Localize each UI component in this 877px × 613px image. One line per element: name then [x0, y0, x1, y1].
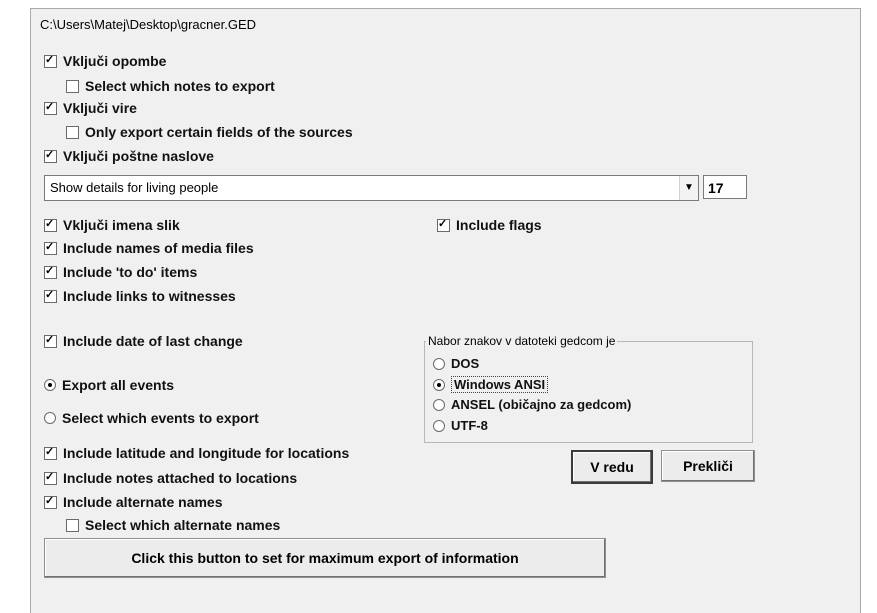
checkbox-label: Vključi imena slik	[63, 217, 180, 233]
checkbox-box[interactable]	[44, 333, 57, 348]
checkbox-box[interactable]	[44, 53, 57, 68]
checkbox-label: Vključi poštne naslove	[63, 148, 214, 164]
ok-button[interactable]: V redu	[571, 450, 653, 484]
radio-label: Export all events	[62, 377, 175, 393]
checkbox-label: Vključi opombe	[63, 53, 167, 69]
include-witness-links-checkbox[interactable]: Include links to witnesses	[44, 288, 236, 304]
include-last-change-checkbox[interactable]: Include date of last change	[44, 333, 243, 349]
file-path: C:\Users\Matej\Desktop\gracner.GED	[40, 17, 257, 32]
checkbox-label: Include names of media files	[63, 240, 254, 256]
checkbox-box[interactable]	[44, 100, 57, 115]
radio-label: DOS	[451, 356, 480, 371]
checkbox-box[interactable]	[44, 264, 57, 279]
select-notes-checkbox[interactable]: Select which notes to export	[66, 78, 275, 94]
radio-dot[interactable]	[44, 379, 56, 391]
checkbox-box[interactable]	[66, 79, 79, 93]
include-notes-checkbox[interactable]: Vključi opombe	[44, 53, 166, 69]
select-value: Show details for living people	[50, 180, 219, 195]
checkbox-label: Include alternate names	[63, 494, 223, 510]
checkbox-box[interactable]	[44, 148, 57, 163]
chevron-down-icon[interactable]: ▼	[679, 176, 698, 200]
checkbox-label: Select which alternate names	[85, 517, 281, 533]
checkbox-label: Include latitude and longitude for locat…	[63, 445, 350, 461]
living-people-select[interactable]: Show details for living people ▼	[44, 175, 699, 201]
checkbox-box[interactable]	[44, 217, 57, 232]
include-location-notes-checkbox[interactable]: Include notes attached to locations	[44, 470, 297, 486]
radio-dot[interactable]	[433, 398, 445, 411]
include-flags-checkbox[interactable]: Include flags	[437, 217, 542, 233]
checkbox-box[interactable]	[44, 494, 57, 509]
checkbox-label: Include date of last change	[63, 333, 243, 349]
radio-label: UTF-8	[451, 418, 488, 433]
checkbox-box[interactable]	[44, 240, 57, 255]
radio-label: Select which events to export	[62, 410, 259, 426]
checkbox-box[interactable]	[44, 445, 57, 460]
radio-label: ANSEL (običajno za gedcom)	[451, 397, 632, 412]
checkbox-label: Include 'to do' items	[63, 264, 198, 280]
charset-option-ansel[interactable]: ANSEL (običajno za gedcom)	[433, 397, 631, 412]
include-postal-addresses-checkbox[interactable]: Vključi poštne naslove	[44, 148, 214, 164]
living-years-input[interactable]: 17	[703, 175, 747, 199]
cancel-button[interactable]: Prekliči	[661, 450, 755, 482]
export-all-events-radio[interactable]: Export all events	[44, 377, 174, 393]
charset-group-title: Nabor znakov v datoteki gedcom je	[426, 334, 618, 348]
select-events-radio[interactable]: Select which events to export	[44, 410, 259, 426]
checkbox-box[interactable]	[66, 518, 79, 532]
charset-option-dos[interactable]: DOS	[433, 356, 479, 371]
checkbox-label: Include notes attached to locations	[63, 470, 298, 486]
include-image-names-checkbox[interactable]: Vključi imena slik	[44, 217, 180, 233]
checkbox-label: Only export certain fields of the source…	[85, 124, 353, 140]
select-alternate-names-checkbox[interactable]: Select which alternate names	[66, 517, 280, 533]
checkbox-label: Vključi vire	[63, 100, 137, 116]
maximum-export-button[interactable]: Click this button to set for maximum exp…	[44, 538, 606, 578]
source-fields-checkbox[interactable]: Only export certain fields of the source…	[66, 124, 353, 140]
radio-dot[interactable]	[433, 419, 445, 432]
charset-option-utf8[interactable]: UTF-8	[433, 418, 488, 433]
radio-dot[interactable]	[433, 357, 445, 370]
checkbox-box[interactable]	[66, 125, 79, 139]
include-media-names-checkbox[interactable]: Include names of media files	[44, 240, 254, 256]
checkbox-box[interactable]	[437, 217, 450, 232]
charset-option-windows-ansi[interactable]: Windows ANSI	[433, 376, 549, 393]
checkbox-box[interactable]	[44, 288, 57, 303]
checkbox-box[interactable]	[44, 470, 57, 485]
include-alternate-names-checkbox[interactable]: Include alternate names	[44, 494, 223, 510]
radio-dot[interactable]	[44, 412, 56, 424]
include-lat-long-checkbox[interactable]: Include latitude and longitude for locat…	[44, 445, 349, 461]
radio-label: Windows ANSI	[451, 376, 549, 393]
checkbox-label: Select which notes to export	[85, 78, 275, 94]
include-sources-checkbox[interactable]: Vključi vire	[44, 100, 137, 116]
checkbox-label: Include links to witnesses	[63, 288, 236, 304]
checkbox-label: Include flags	[456, 217, 542, 233]
include-todo-checkbox[interactable]: Include 'to do' items	[44, 264, 197, 280]
radio-dot[interactable]	[433, 378, 445, 391]
